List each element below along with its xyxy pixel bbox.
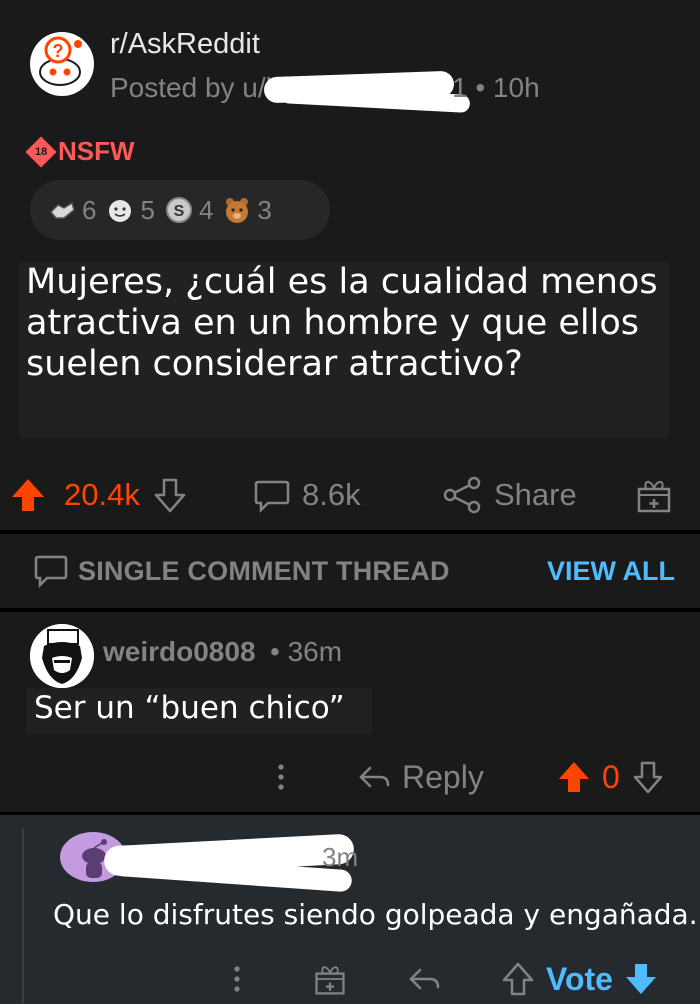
- bear-award-icon: [226, 198, 249, 223]
- comment-time: • 36m: [270, 636, 343, 667]
- reply-reply-button[interactable]: [406, 956, 442, 1002]
- nsfw-label: NSFW: [58, 136, 135, 166]
- vote-label: Vote: [546, 960, 613, 997]
- reply-time-fragment: 3m: [322, 842, 359, 872]
- nsfw-18-icon: 18: [25, 135, 57, 168]
- award-item: S 4: [165, 195, 213, 226]
- awards-bar[interactable]: 6 5 S 4 3: [30, 180, 330, 240]
- downvote-icon[interactable]: [150, 475, 190, 515]
- jojo-avatar-icon: [30, 624, 94, 688]
- posted-by-prefix: Posted by u/l: [110, 72, 272, 103]
- award-item: 5: [106, 194, 155, 226]
- comment-upvote-filled-icon[interactable]: [556, 759, 592, 795]
- reply-arrow-icon: [359, 766, 390, 788]
- svg-text:?: ?: [53, 41, 64, 61]
- reply-arrow-icon: [409, 968, 440, 990]
- svg-text:S: S: [174, 203, 185, 220]
- post-action-bar: 20.4k: [8, 470, 190, 520]
- comment-username[interactable]: weirdo0808: [103, 636, 256, 668]
- comment-body: Ser un “buen chico”: [34, 690, 345, 726]
- gift-award-icon: [637, 480, 671, 513]
- handshake-award-icon: [49, 201, 75, 219]
- award-count: 5: [140, 194, 155, 225]
- upvote-filled-icon[interactable]: [8, 475, 48, 515]
- award-count: 4: [198, 194, 214, 225]
- share-label: Share: [494, 477, 577, 512]
- comment-vote-controls: 0: [556, 752, 666, 802]
- reply-label: Reply: [402, 758, 484, 795]
- wholesome-award-icon: [109, 200, 132, 222]
- award-count: 6: [82, 194, 97, 225]
- post-title[interactable]: Mujeres, ¿cuál es la cualidad menos atra…: [26, 262, 666, 385]
- comment-reply-button[interactable]: Reply: [356, 752, 484, 802]
- thread-indent-line[interactable]: [22, 828, 24, 1004]
- comments-button[interactable]: 8.6k: [252, 470, 361, 520]
- more-vertical-icon: [234, 966, 240, 992]
- comment-score: 0: [602, 758, 620, 795]
- comment-count: 8.6k: [302, 477, 361, 512]
- award-count: 3: [257, 194, 272, 225]
- nsfw-badge-text: 18: [34, 145, 48, 158]
- award-item: 6: [48, 195, 96, 226]
- silver-award-icon: S: [165, 197, 192, 223]
- reply-downvote-filled-icon[interactable]: [623, 961, 659, 997]
- askreddit-icon: ?: [31, 33, 93, 95]
- reply-award-button[interactable]: [312, 956, 348, 1002]
- award-item: 3: [223, 194, 272, 226]
- award-button[interactable]: [634, 470, 674, 520]
- share-button[interactable]: Share: [440, 470, 577, 520]
- share-icon: [443, 476, 481, 514]
- comment-more-button[interactable]: [266, 752, 296, 802]
- reply-body: Que lo disfrutes siendo golpeada y engañ…: [53, 898, 698, 931]
- single-thread-label: SINGLE COMMENT THREAD: [78, 556, 450, 586]
- view-all-link[interactable]: VIEW ALL: [547, 556, 675, 587]
- posted-by[interactable]: Posted by u/l: [110, 72, 272, 104]
- thread-bubble-icon: [34, 555, 68, 589]
- posted-time: 1 • 10h: [452, 72, 540, 103]
- subreddit-avatar[interactable]: ?: [30, 32, 94, 96]
- commenter-avatar[interactable]: [30, 624, 94, 688]
- more-vertical-icon: [278, 764, 284, 790]
- post-score: 20.4k: [64, 477, 140, 512]
- comment-bubble-icon: [254, 480, 290, 514]
- comment-downvote-icon[interactable]: [630, 759, 666, 795]
- reply-upvote-icon[interactable]: [500, 961, 536, 997]
- nsfw-tag: 18 NSFW: [25, 135, 135, 168]
- gift-award-icon: [315, 966, 345, 995]
- reply-vote-controls: Vote: [500, 956, 659, 1002]
- subreddit-name[interactable]: r/AskReddit: [110, 28, 260, 61]
- reply-more-button[interactable]: [222, 956, 252, 1002]
